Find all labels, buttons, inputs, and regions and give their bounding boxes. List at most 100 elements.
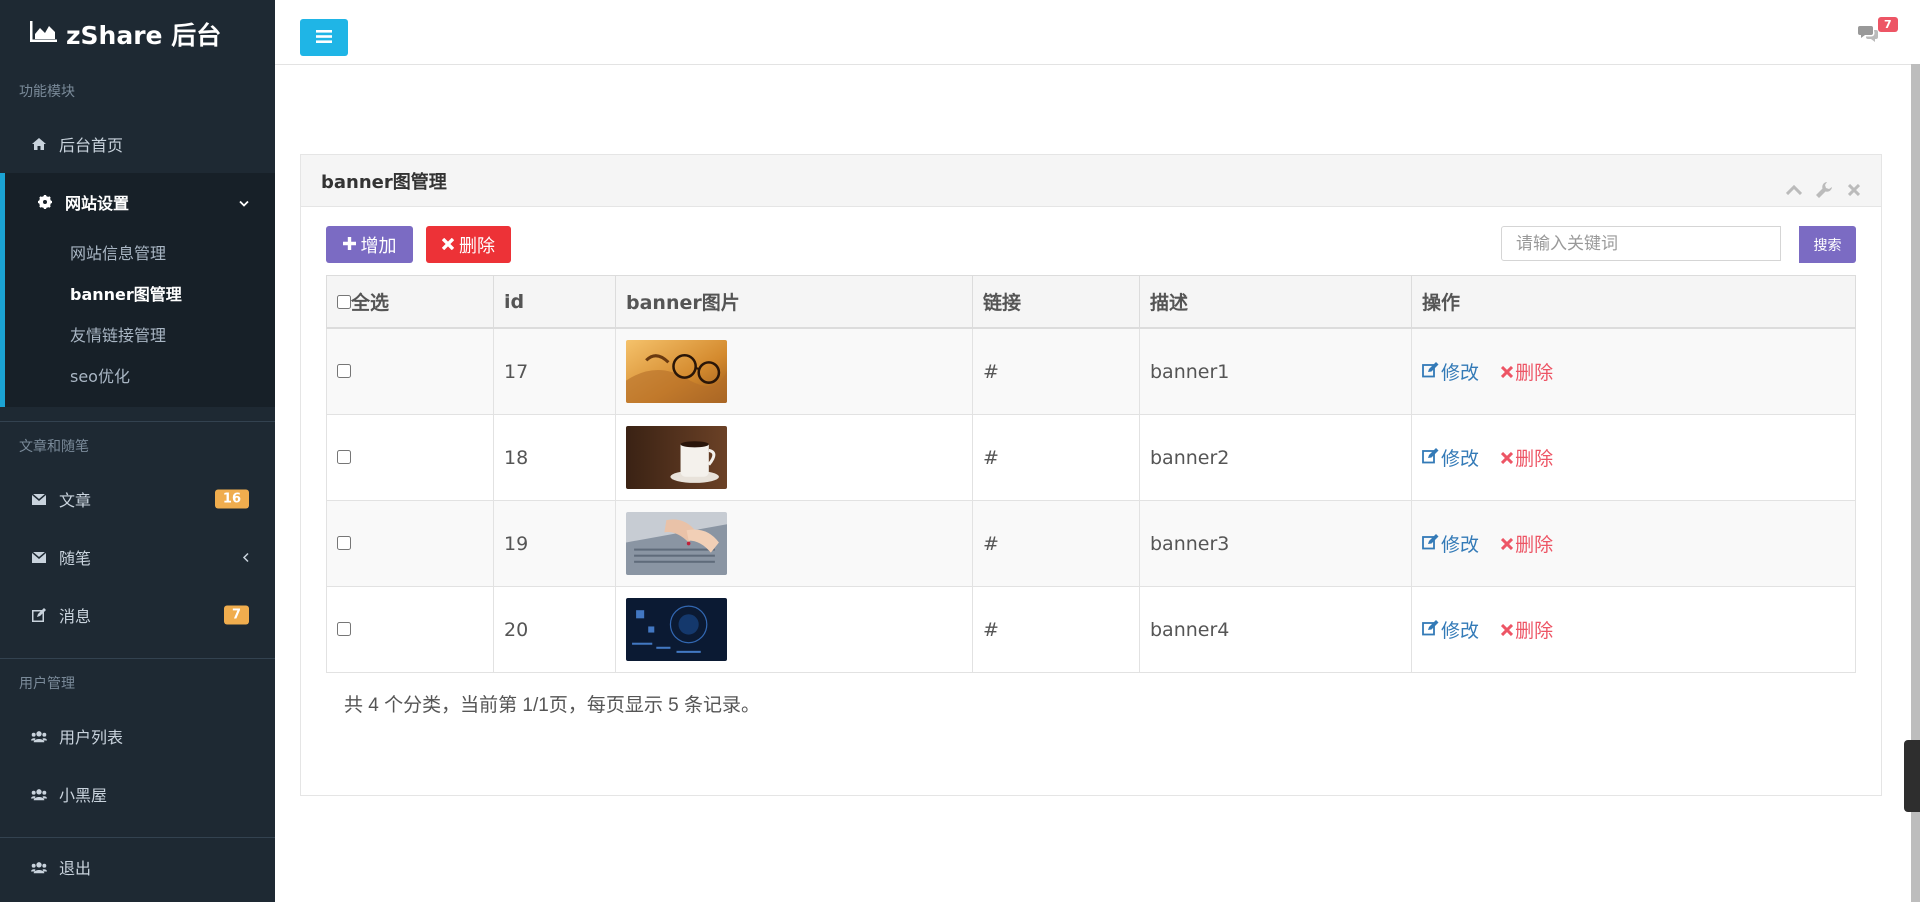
search-input[interactable]	[1501, 226, 1781, 261]
nav-logout[interactable]: 退出	[0, 838, 275, 896]
chart-area-icon	[29, 19, 66, 48]
row-checkbox[interactable]	[337, 535, 351, 550]
delete-link[interactable]: 删除	[1501, 444, 1553, 471]
delete-button[interactable]: 删除	[426, 226, 511, 263]
row-desc: banner4	[1139, 586, 1412, 673]
delete-link[interactable]: 删除	[1501, 530, 1553, 557]
panel-header: banner图管理	[301, 155, 1881, 207]
col-link: 链接	[972, 275, 1140, 329]
row-desc: banner3	[1139, 500, 1412, 587]
scrollbar-handle[interactable]	[1904, 740, 1920, 812]
plus-icon	[342, 234, 356, 255]
hamburger-icon	[316, 28, 332, 47]
banner-thumbnail-laptop[interactable]	[626, 512, 727, 575]
section-title-users: 用户管理	[19, 676, 75, 692]
delete-link[interactable]: 删除	[1501, 616, 1553, 643]
edit-link[interactable]: 修改	[1422, 444, 1479, 471]
sub-item-banner[interactable]: banner图管理	[5, 272, 275, 313]
edit-link-label: 修改	[1441, 362, 1480, 384]
row-image-cell	[615, 414, 973, 501]
nav-blacklist-label: 小黑屋	[59, 786, 108, 805]
edit-icon	[1422, 361, 1439, 383]
row-actions: 修改 删除	[1411, 586, 1856, 673]
table-header-row: 全选 id banner图片 链接 描述 操作	[326, 275, 1856, 329]
nav-logout-label: 退出	[59, 859, 92, 878]
edit-link-label: 修改	[1441, 534, 1480, 556]
row-desc: banner2	[1139, 414, 1412, 501]
row-actions: 修改 删除	[1411, 500, 1856, 587]
edit-link[interactable]: 修改	[1422, 530, 1479, 557]
edit-icon	[1422, 447, 1439, 469]
chevron-down-icon	[239, 193, 249, 212]
delete-link-label: 删除	[1515, 534, 1554, 556]
nav-blacklist[interactable]: 小黑屋	[0, 765, 275, 823]
panel-tools	[1785, 181, 1863, 199]
messages-count-badge: 7	[1878, 17, 1898, 32]
col-select-all: 全选	[326, 275, 494, 329]
section-title-articles: 文章和随笔	[19, 439, 89, 455]
col-id: id	[493, 275, 616, 329]
col-actions: 操作	[1411, 275, 1856, 329]
users-icon	[31, 728, 47, 744]
row-select-cell	[326, 327, 494, 415]
banner-thumbnail-glasses[interactable]	[626, 340, 727, 403]
brand[interactable]: zShare 后台	[0, 0, 275, 67]
close-icon[interactable]	[1845, 181, 1863, 199]
nav-articles-label: 文章	[59, 491, 92, 510]
select-all-checkbox[interactable]	[337, 295, 351, 309]
sub-item-links[interactable]: 友情链接管理	[5, 313, 275, 354]
table-row: 19 # banner3 修改 删除	[326, 500, 1856, 587]
row-link: #	[972, 414, 1140, 501]
home-icon	[31, 136, 47, 152]
delete-link-label: 删除	[1515, 362, 1554, 384]
users-icon	[31, 786, 47, 802]
chevron-left-icon	[242, 548, 249, 567]
sub-item-site-info[interactable]: 网站信息管理	[5, 231, 275, 272]
row-checkbox[interactable]	[337, 621, 351, 636]
gear-icon	[37, 194, 53, 210]
row-checkbox[interactable]	[337, 363, 351, 378]
times-icon	[1501, 361, 1514, 383]
chevron-up-icon[interactable]	[1785, 181, 1803, 199]
banner-thumbnail-tech[interactable]	[626, 598, 727, 661]
add-button-label: 增加	[360, 235, 397, 257]
envelope-icon	[31, 549, 47, 565]
row-select-cell	[326, 414, 494, 501]
add-button[interactable]: 增加	[326, 226, 413, 263]
edit-link[interactable]: 修改	[1422, 358, 1479, 385]
nav-user-list-label: 用户列表	[59, 728, 124, 747]
wrench-icon[interactable]	[1815, 181, 1833, 199]
row-select-cell	[326, 586, 494, 673]
delete-link[interactable]: 删除	[1501, 358, 1553, 385]
row-id: 19	[493, 500, 616, 587]
banner-thumbnail-coffee[interactable]	[626, 426, 727, 489]
banner-panel: banner图管理 增加 删除 搜索 全选	[300, 154, 1882, 796]
nav-articles[interactable]: 文章 16	[0, 470, 275, 528]
row-link: #	[972, 327, 1140, 415]
messages-count-badge: 7	[223, 605, 249, 625]
search-button[interactable]: 搜索	[1799, 226, 1856, 263]
pagination-summary: 共 4 个分类，当前第 1/1页，每页显示 5 条记录。	[344, 695, 760, 716]
row-select-cell	[326, 500, 494, 587]
times-icon	[441, 234, 455, 255]
nav-user-list[interactable]: 用户列表	[0, 707, 275, 765]
brand-title: zShare 后台	[66, 20, 222, 50]
nav-essays[interactable]: 随笔	[0, 528, 275, 586]
delete-link-label: 删除	[1515, 620, 1554, 642]
nav-site-settings[interactable]: 网站设置	[5, 173, 275, 231]
row-id: 18	[493, 414, 616, 501]
delete-button-label: 删除	[459, 235, 495, 257]
edit-link[interactable]: 修改	[1422, 616, 1479, 643]
menu-toggle-button[interactable]	[300, 19, 348, 56]
row-actions: 修改 删除	[1411, 414, 1856, 501]
row-checkbox[interactable]	[337, 449, 351, 464]
row-image-cell	[615, 327, 973, 415]
nav-home[interactable]: 后台首页	[0, 115, 275, 173]
row-image-cell	[615, 586, 973, 673]
nav-messages[interactable]: 消息 7	[0, 586, 275, 644]
nav-messages-label: 消息	[59, 607, 92, 626]
sub-item-seo[interactable]: seo优化	[5, 354, 275, 395]
edit-link-label: 修改	[1441, 620, 1480, 642]
messages-button[interactable]: 7	[1858, 17, 1908, 47]
row-actions: 修改 删除	[1411, 327, 1856, 415]
